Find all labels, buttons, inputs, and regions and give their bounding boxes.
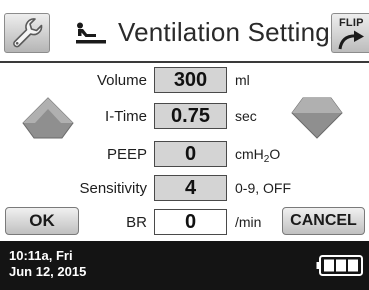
flip-button[interactable]: FLIP	[331, 13, 369, 53]
volume-label: Volume	[96, 72, 147, 89]
setting-row-i-time: I-Time 0.75 sec	[0, 103, 369, 129]
sensitivity-value[interactable]: 4	[154, 175, 227, 201]
volume-unit: ml	[235, 72, 250, 88]
wrench-icon	[13, 18, 43, 48]
br-value[interactable]: 0	[154, 209, 227, 235]
battery-icon	[316, 255, 363, 276]
curved-arrow-icon	[338, 30, 364, 50]
settings-wrench-button[interactable]	[4, 13, 50, 53]
status-bar: 10:11a, Fri Jun 12, 2015	[0, 241, 369, 290]
datetime: 10:11a, Fri Jun 12, 2015	[9, 248, 86, 280]
setting-row-volume: Volume 300 ml	[0, 67, 369, 93]
header: Ventilation Settings FLIP	[0, 0, 369, 61]
i-time-unit: sec	[235, 108, 257, 124]
status-time: 10:11a, Fri	[9, 248, 73, 263]
i-time-label: I-Time	[105, 108, 147, 125]
volume-value[interactable]: 300	[154, 67, 227, 93]
br-unit: /min	[235, 214, 262, 230]
cancel-button[interactable]: CANCEL	[282, 207, 365, 235]
page-title: Ventilation Settings	[118, 16, 344, 47]
lungs-icon	[76, 22, 106, 43]
battery-bar	[336, 259, 346, 272]
device-screen: Ventilation Settings FLIP Volume 300 ml …	[0, 0, 369, 290]
status-date: Jun 12, 2015	[9, 264, 87, 279]
battery-bar	[324, 259, 334, 272]
peep-unit-tail: O	[269, 146, 281, 162]
i-time-value[interactable]: 0.75	[154, 103, 227, 129]
ok-button[interactable]: OK	[5, 207, 79, 235]
title-group: Ventilation Settings	[74, 14, 343, 50]
battery-bar	[348, 259, 358, 272]
sensitivity-range: 0-9, OFF	[235, 180, 292, 196]
setting-row-peep: PEEP 0 cmH2O	[0, 141, 369, 167]
peep-value[interactable]: 0	[154, 141, 227, 167]
setting-row-sensitivity: Sensitivity 4 0-9, OFF	[0, 175, 369, 201]
peep-label: PEEP	[106, 146, 147, 163]
sensitivity-label: Sensitivity	[79, 180, 147, 197]
header-divider	[0, 61, 369, 63]
br-label: BR	[126, 214, 147, 231]
peep-unit: cmH2O	[235, 146, 281, 165]
peep-unit-main: cmH	[235, 146, 264, 162]
flip-label: FLIP	[339, 17, 364, 29]
peep-unit-subscript: 2	[263, 154, 270, 165]
battery-bars	[324, 259, 358, 272]
